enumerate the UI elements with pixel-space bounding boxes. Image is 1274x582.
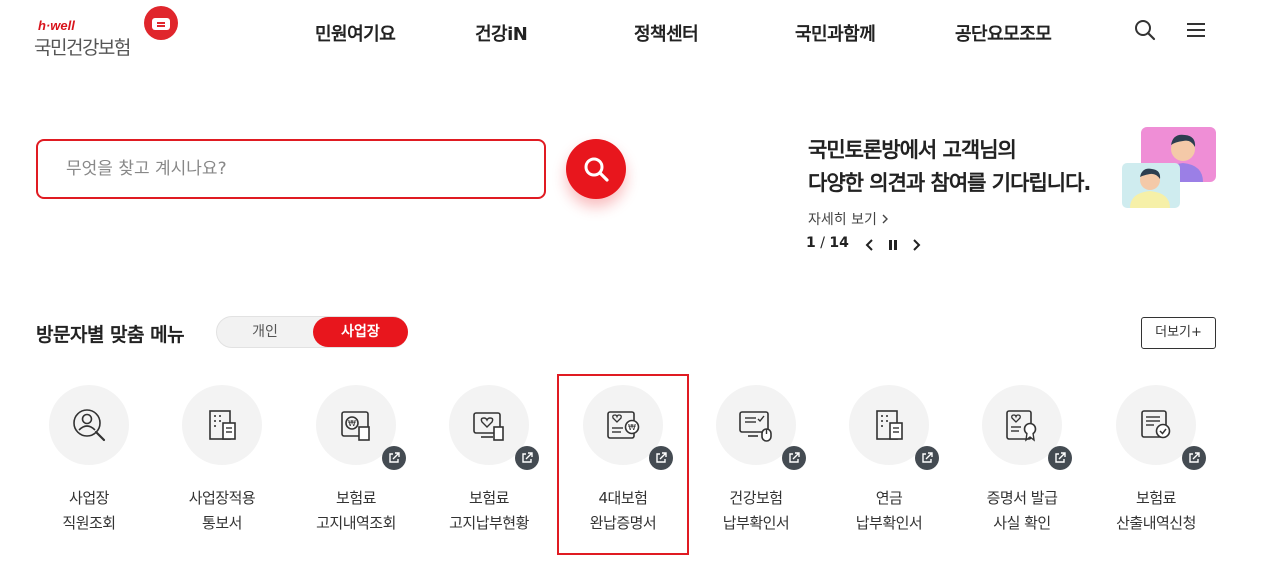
external-link-icon (382, 446, 406, 470)
hamburger-menu-icon[interactable] (1185, 19, 1207, 41)
banner-more-link[interactable]: 자세히 보기 (808, 209, 889, 229)
nav-item-health-in[interactable]: 건강iN (475, 20, 528, 46)
certificate-icon (1006, 410, 1037, 442)
pager-total: 14 (829, 235, 849, 251)
item-icon-bg (49, 385, 129, 465)
pause-icon (889, 240, 897, 250)
svg-text:₩: ₩ (628, 423, 636, 432)
pager-separator: / (815, 235, 830, 251)
item-label-line1: 사업장적용 (188, 489, 256, 507)
nav-item-with-citizens[interactable]: 국민과함께 (795, 20, 876, 46)
menu-item-health-payment-confirmation[interactable]: 건강보험납부확인서 (691, 384, 821, 544)
next-slide-button[interactable] (908, 236, 924, 254)
item-label-line2: 고지납부현황 (449, 514, 529, 532)
search-input[interactable]: 무엇을 찾고 계시나요? (36, 139, 546, 199)
external-link-icon (1182, 446, 1206, 470)
heart-won-document-icon: ₩ (607, 411, 640, 439)
external-link-icon (915, 446, 939, 470)
nav-item-policy-center[interactable]: 정책센터 (634, 20, 699, 46)
item-label: 건강보험납부확인서 (691, 486, 821, 536)
pager-current: 1 (806, 235, 816, 251)
menu-item-certificate-verification[interactable]: 증명서 발급사실 확인 (957, 384, 1087, 544)
chevron-right-icon (913, 239, 921, 251)
item-label-line2: 완납증명서 (589, 514, 657, 532)
item-label-line2: 산출내역신청 (1116, 514, 1196, 532)
item-label-line1: 증명서 발급 (986, 489, 1058, 507)
item-label: 보험료고지납부현황 (424, 486, 554, 536)
toggle-personal[interactable]: 개인 (217, 317, 313, 347)
nav-item-civil-service[interactable]: 민원여기요 (315, 20, 396, 46)
item-label: 증명서 발급사실 확인 (957, 486, 1087, 536)
building-document-icon (209, 410, 236, 440)
menu-item-pension-payment-confirmation[interactable]: 연금납부확인서 (824, 384, 954, 544)
item-label: 연금납부확인서 (824, 486, 954, 536)
item-label-line2: 납부확인서 (855, 514, 923, 532)
search-icon (584, 157, 609, 182)
visitor-type-toggle: 개인 사업장 (216, 316, 408, 348)
employee-search-icon (73, 409, 106, 442)
pause-button[interactable] (885, 236, 901, 254)
banner-pager: 1 / 14 (806, 235, 849, 251)
more-button[interactable]: 더보기+ (1141, 317, 1216, 349)
item-label: 보험료고지내역조회 (291, 486, 421, 536)
item-label-line2: 직원조회 (62, 514, 116, 532)
logo-name: 국민건강보험 (34, 37, 131, 59)
menu-item-premium-payment-status[interactable]: 보험료고지납부현황 (424, 384, 554, 544)
item-label-line2: 사실 확인 (993, 514, 1051, 532)
banner-person-illustration (1122, 163, 1180, 208)
menu-item-premium-calculation-request[interactable]: 보험료산출내역신청 (1091, 384, 1221, 544)
banner-line-1: 국민토론방에서 고객님의 (808, 138, 1017, 162)
external-link-icon (782, 446, 806, 470)
banner-more-label: 자세히 보기 (808, 212, 877, 228)
document-check-icon (1141, 410, 1171, 439)
item-label-line1: 보험료 (469, 489, 509, 507)
item-label-line1: 연금 (875, 489, 903, 507)
won-document-icon: ₩ (341, 411, 370, 441)
external-link-icon (649, 446, 673, 470)
search-button[interactable] (566, 139, 626, 199)
item-label-line1: 건강보험 (729, 489, 783, 507)
building-document-icon (876, 410, 903, 440)
item-label-line1: 4대보험 (598, 489, 648, 507)
item-label-line2: 통보서 (202, 514, 242, 532)
site-logo[interactable]: h·well 국민건강보험 (34, 6, 184, 59)
item-label: 사업장직원조회 (24, 486, 154, 536)
section-title: 방문자별 맞춤 메뉴 (36, 324, 185, 346)
svg-text:₩: ₩ (348, 419, 356, 428)
menu-item-premium-notice-lookup[interactable]: ₩ 보험료고지내역조회 (291, 384, 421, 544)
external-link-icon (1048, 446, 1072, 470)
prev-slide-button[interactable] (862, 236, 878, 254)
heart-monitor-document-icon (473, 412, 504, 441)
menu-item-employee-lookup[interactable]: 사업장직원조회 (24, 384, 154, 544)
item-label-line1: 보험료 (1136, 489, 1176, 507)
toggle-business[interactable]: 사업장 (313, 317, 408, 347)
item-label: 보험료산출내역신청 (1091, 486, 1221, 536)
banner-title: 국민토론방에서 고객님의 다양한 의견과 참여를 기다립니다. (808, 134, 1091, 200)
search-icon[interactable] (1134, 19, 1156, 41)
menu-item-application-notice[interactable]: 사업장적용통보서 (157, 384, 287, 544)
item-label-line1: 사업장 (69, 489, 109, 507)
chevron-right-icon (882, 214, 889, 224)
nav-item-about[interactable]: 공단요모조모 (955, 20, 1052, 46)
item-label: 사업장적용통보서 (157, 486, 287, 536)
logo-tagline: h·well (38, 18, 75, 33)
item-label-line2: 고지내역조회 (316, 514, 396, 532)
item-label-line2: 납부확인서 (722, 514, 790, 532)
item-label: 4대보험완납증명서 (558, 486, 688, 536)
banner-line-2: 다양한 의견과 참여를 기다립니다. (808, 171, 1091, 195)
chevron-left-icon (865, 239, 873, 251)
item-icon-bg (182, 385, 262, 465)
item-label-line1: 보험료 (336, 489, 376, 507)
menu-item-full-payment-certificate[interactable]: ₩ 4대보험완납증명서 (558, 384, 688, 544)
logo-mask-icon (144, 6, 178, 40)
monitor-mouse-icon (739, 411, 772, 442)
external-link-icon (515, 446, 539, 470)
